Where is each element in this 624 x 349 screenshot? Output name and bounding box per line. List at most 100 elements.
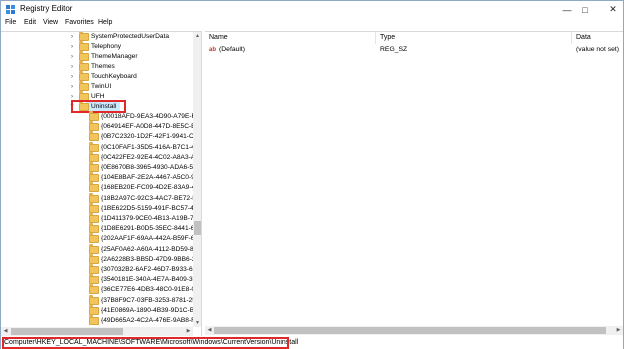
folder-icon xyxy=(89,253,99,264)
tree-subkey-item[interactable]: {104E8BAF-2E2A-4467-A5C0-92 xyxy=(79,172,199,183)
tree-subkey-item[interactable]: {25AF0A62-A60A-4112-BD59-8 xyxy=(79,243,194,255)
chevron-right-icon[interactable]: › xyxy=(69,42,75,52)
tree-subkey-item[interactable]: {0C422FE2-92E4-4C02-A8A3-A xyxy=(79,151,196,163)
tree-subkey-item[interactable]: {1D411379-9CE0-4B13-A19B-72 xyxy=(79,213,197,224)
registry-editor-window: Registry Editor — □ ✕ File Edit View Fav… xyxy=(0,0,624,349)
tree-subkey-label: {0B7C2320-1D2F-42F1-9941-C8 xyxy=(101,133,198,141)
tree-subkey-item[interactable]: {36CE77E6-4DB3-48C0-91E8-0 xyxy=(79,284,196,295)
chevron-right-icon[interactable]: › xyxy=(69,72,75,82)
scroll-right-icon[interactable]: ▶ xyxy=(614,326,623,335)
tree-subkey-label: {2A6228B3-BB5D-47D9-9BB6-2 xyxy=(101,255,196,263)
value-name: (Default) xyxy=(219,46,246,53)
tree-subkey-label: {0C422FE2-92E4-4C02-A8A3-A xyxy=(101,153,196,161)
tree-subkey-item[interactable]: {168EB20E-FC09-4D2E-83A9-49 xyxy=(79,182,199,193)
menu-file[interactable]: File xyxy=(5,19,16,26)
scroll-right-icon[interactable]: ▶ xyxy=(184,327,193,336)
tree-item-label: TwinUI xyxy=(91,83,112,90)
tree-item[interactable]: › Themes xyxy=(69,61,193,72)
folder-icon xyxy=(89,284,99,295)
folder-icon xyxy=(89,131,99,142)
tree-subkey-item[interactable]: {37B8F9C7-03FB-3253-8781-25 xyxy=(79,294,196,306)
column-header-type[interactable]: Type xyxy=(376,32,572,44)
scroll-thumb[interactable] xyxy=(11,328,123,335)
tree-item[interactable]: › ThemeManager xyxy=(69,51,193,62)
tree-subkey-item[interactable]: {0B7C2320-1D2F-42F1-9941-C8 xyxy=(79,131,197,142)
tree-subkey-item[interactable]: {307032B2-6AF2-46D7-B933-62 xyxy=(79,264,196,275)
folder-icon xyxy=(79,51,89,61)
chevron-right-icon[interactable]: › xyxy=(69,52,75,62)
tree-subkey-item[interactable]: {49D665A2-4C2A-476E-9AB8-F xyxy=(79,315,195,326)
tree-item[interactable]: › TwinUI xyxy=(69,81,193,92)
tree-subkey-item[interactable]: {0C10FAF1-35D5-416A-B7C1-4 xyxy=(79,141,195,153)
folder-icon xyxy=(79,71,89,81)
folder-icon xyxy=(89,294,99,305)
scroll-up-icon[interactable]: ▲ xyxy=(193,32,201,40)
tree-subkey-label: {168EB20E-FC09-4D2E-83A9-49 xyxy=(101,184,199,192)
tree-horizontal-scrollbar[interactable]: ◀ ▶ xyxy=(1,327,193,336)
folder-icon xyxy=(79,41,89,51)
window-title: Registry Editor xyxy=(20,4,73,13)
scroll-down-icon[interactable]: ▼ xyxy=(193,319,201,327)
scroll-left-icon[interactable]: ◀ xyxy=(205,326,214,335)
tree-subkey-item[interactable]: {18B2A97C-92C3-4AC7-BE72-F xyxy=(79,192,197,204)
key-tree-pane[interactable]: › SystemProtectedUserData › Telephony › … xyxy=(1,31,202,336)
tree-subkey-label: {00018AFD-9EA3-4D90-A79E-F xyxy=(101,113,196,120)
menu-favorites[interactable]: Favorites xyxy=(65,19,94,26)
chevron-right-icon[interactable]: › xyxy=(69,62,75,72)
tree-subkey-label: {18B2A97C-92C3-4AC7-BE72-F xyxy=(101,194,197,202)
tree-subkey-item[interactable]: {41E0869A-1890-4B39-9D1C-B9 xyxy=(79,304,198,316)
tree-subkey-item[interactable]: {202AAF1F-69AA-442A-B59F-6 xyxy=(79,233,194,244)
tree-subkey-item[interactable]: {1BE622D5-5159-491F-BC57-47 xyxy=(79,202,197,214)
menu-view[interactable]: View xyxy=(43,19,58,26)
chevron-right-icon[interactable]: › xyxy=(69,82,75,92)
close-button[interactable]: ✕ xyxy=(595,1,624,18)
values-list-pane[interactable]: Name Type Data ab (Default) REG_SZ (valu… xyxy=(205,31,623,336)
tree-subkey-item[interactable]: {1D8E6291-B0D5-35EC-8441-66 xyxy=(79,223,198,234)
folder-icon xyxy=(89,121,99,132)
scroll-thumb[interactable] xyxy=(214,327,606,334)
close-icon: ✕ xyxy=(609,4,617,14)
scroll-thumb[interactable] xyxy=(194,221,201,235)
maximize-icon: □ xyxy=(582,4,588,15)
tree-subkey-item[interactable]: {0E8670B8-3965-4930-ADA6-57 xyxy=(79,162,197,173)
menu-bar: File Edit View Favorites Help xyxy=(1,18,623,30)
column-header-data[interactable]: Data xyxy=(572,32,623,44)
tree-item[interactable]: › SystemProtectedUserData xyxy=(69,32,193,42)
tree-item-label: ThemeManager xyxy=(91,53,138,60)
tree-item[interactable]: › Telephony xyxy=(69,41,193,52)
tree-subkey-item[interactable]: {2A6228B3-BB5D-47D9-9BB6-2 xyxy=(79,253,196,265)
key-path-callout xyxy=(2,337,289,349)
tree-subkey-item[interactable]: {3540181E-340A-4E7A-B409-31 xyxy=(79,274,196,285)
folder-icon xyxy=(89,172,99,183)
menu-edit[interactable]: Edit xyxy=(24,19,36,26)
folder-icon xyxy=(89,192,99,203)
column-header-name[interactable]: Name xyxy=(205,32,376,44)
folder-icon xyxy=(89,223,99,234)
tree-subkey-item[interactable]: {064914EF-A0D8-447D-8E5C-E8 xyxy=(79,121,199,132)
folder-icon xyxy=(89,315,99,325)
scroll-left-icon[interactable]: ◀ xyxy=(1,327,10,336)
tree-subkey-label: {1D411379-9CE0-4B13-A19B-72 xyxy=(101,215,198,222)
folder-icon xyxy=(89,243,99,254)
value-row[interactable]: ab (Default) REG_SZ (value not set) xyxy=(205,45,623,55)
tree-subkey-item[interactable]: {00018AFD-9EA3-4D90-A79E-F xyxy=(79,111,196,122)
folder-icon xyxy=(89,304,99,315)
value-type: REG_SZ xyxy=(380,46,408,53)
tree-vertical-scrollbar[interactable]: ▲ ▼ xyxy=(193,32,201,327)
status-bar: Computer\HKEY_LOCAL_MACHINE\SOFTWARE\Mic… xyxy=(1,337,623,349)
folder-icon xyxy=(79,61,89,71)
folder-icon xyxy=(79,32,89,41)
tree-item[interactable]: › TouchKeyboard xyxy=(69,71,193,82)
tree-subkey-label: {25AF0A62-A60A-4112-BD59-8 xyxy=(101,245,194,253)
tree-subkey-label: {1BE622D5-5159-491F-BC57-47 xyxy=(101,204,198,212)
registry-editor-icon xyxy=(6,5,15,14)
values-horizontal-scrollbar[interactable]: ◀ ▶ xyxy=(205,326,623,335)
title-bar[interactable]: Registry Editor — □ ✕ xyxy=(1,1,623,18)
menu-help[interactable]: Help xyxy=(98,19,112,26)
folder-icon xyxy=(89,264,99,274)
tree-subkey-label: {0C10FAF1-35D5-416A-B7C1-4 xyxy=(101,143,195,151)
chevron-right-icon[interactable]: › xyxy=(69,32,75,42)
tree-subkey-label: {41E0869A-1890-4B39-9D1C-B9 xyxy=(101,306,198,314)
tree-subkey-label: {36CE77E6-4DB3-48C0-91E8-0 xyxy=(101,286,196,294)
tree-subkey-label: {064914EF-A0D8-447D-8E5C-E8 xyxy=(101,123,200,131)
